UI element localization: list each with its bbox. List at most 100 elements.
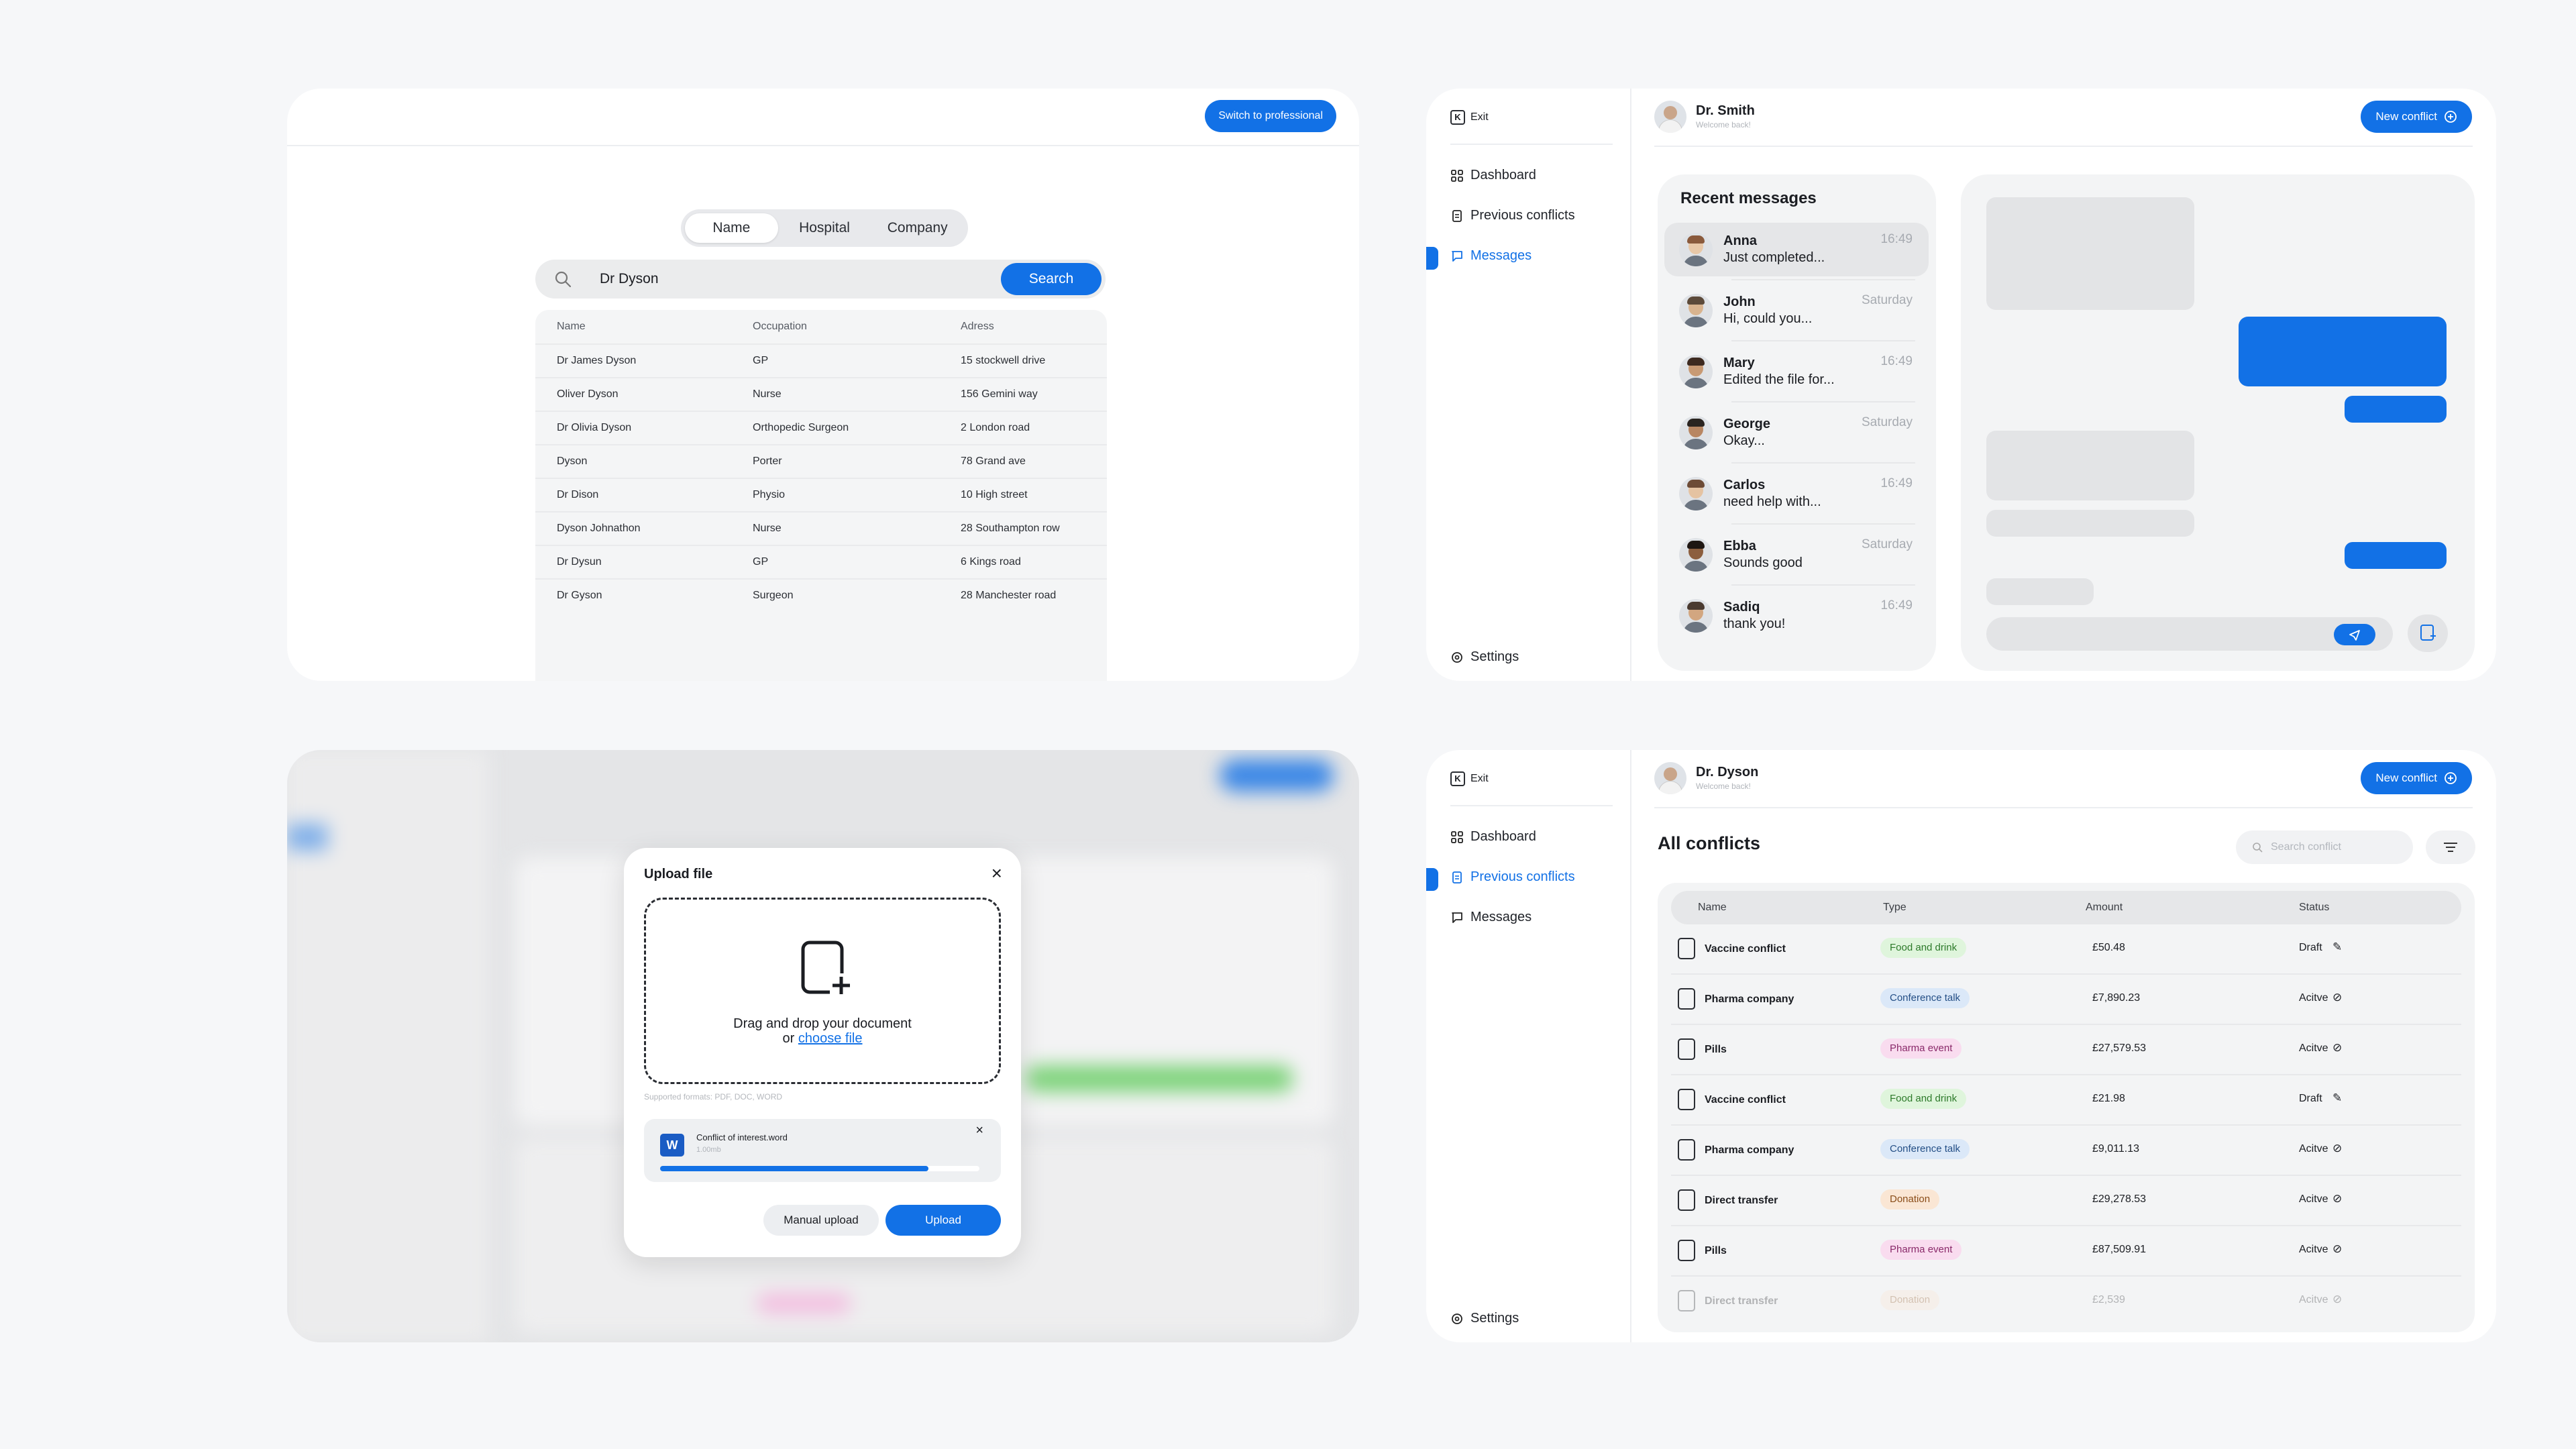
- table-row[interactable]: Pills Pharma event £27,579.53 Acitve ⊘: [1658, 1025, 2475, 1075]
- status-text: Acitve: [2299, 1042, 2328, 1054]
- type-badge: Conference talk: [1880, 988, 1970, 1008]
- table-row[interactable]: Pills Pharma event £87,509.91 Acitve ⊘: [1658, 1226, 2475, 1277]
- column-address: Adress: [961, 321, 994, 332]
- avatar: [1654, 762, 1686, 794]
- remove-file-icon[interactable]: ×: [975, 1123, 983, 1138]
- type-badge: Donation: [1880, 1290, 1940, 1310]
- table-row[interactable]: Vaccine conflict Food and drink £21.98 Draf…: [1658, 1075, 2475, 1126]
- sender-name: George: [1723, 417, 1771, 431]
- tab-name[interactable]: Name: [685, 213, 778, 243]
- sidebar-item-previous-conflicts[interactable]: Previous conflicts: [1450, 208, 1575, 223]
- column-name: Name: [557, 321, 586, 332]
- new-conflict-button[interactable]: New conflict: [2361, 762, 2472, 794]
- amount: £9,011.13: [2092, 1143, 2139, 1155]
- upload-button[interactable]: Upload: [885, 1205, 1001, 1236]
- incoming-message-placeholder: [1986, 197, 2194, 310]
- send-button[interactable]: [2334, 624, 2375, 645]
- search-conflict-input[interactable]: Search conflict: [2236, 830, 2413, 864]
- conflict-name: Direct transfer: [1705, 1195, 1778, 1206]
- table-row[interactable]: Vaccine conflict Food and drink £50.48 Draf…: [1658, 924, 2475, 975]
- message-preview: Sounds good: [1723, 555, 1803, 570]
- attach-button[interactable]: [2408, 614, 2448, 652]
- chat-area: [1961, 174, 2475, 671]
- new-conflict-button[interactable]: New conflict: [2361, 101, 2472, 133]
- sidebar-item-messages[interactable]: Messages: [1450, 248, 1532, 264]
- cell-address: 15 stockwell drive: [961, 355, 1046, 366]
- message-item[interactable]: John Hi, could you... Saturday: [1664, 284, 1929, 341]
- table-row[interactable]: Dyson Porter 78 Grand ave: [535, 444, 1107, 478]
- incoming-message-placeholder: [1986, 431, 2194, 500]
- add-file-icon: [801, 941, 853, 996]
- table-row[interactable]: Dr Dysun GP 6 Kings road: [535, 545, 1107, 578]
- sidebar-item-previous-conflicts[interactable]: Previous conflicts: [1450, 869, 1575, 885]
- amount: £87,509.91: [2092, 1244, 2147, 1255]
- uploading-file: W Conflict of interest.word 1.00mb ×: [644, 1119, 1001, 1182]
- document-icon: [1452, 871, 1462, 883]
- exit-icon: K: [1450, 771, 1465, 786]
- sidebar-item-dashboard[interactable]: Dashboard: [1450, 829, 1536, 845]
- filter-icon: [2444, 843, 2457, 852]
- message-item[interactable]: Carlos need help with... 16:49: [1664, 467, 1929, 525]
- table-row[interactable]: Direct transfer Donation £29,278.53 Acitve ⊘: [1658, 1176, 2475, 1226]
- sidebar-item-label: Messages: [1470, 910, 1532, 924]
- table-row[interactable]: Dr James Dyson GP 15 stockwell drive: [535, 343, 1107, 377]
- cell-address: 10 High street: [961, 489, 1028, 500]
- upload-panel: Upload file × Drag and drop your documen…: [287, 750, 1359, 1342]
- switch-to-professional-button[interactable]: Switch to professional: [1205, 100, 1336, 132]
- cell-occupation: Nurse: [753, 523, 782, 534]
- manual-upload-button[interactable]: Manual upload: [763, 1205, 879, 1236]
- drop-prefix: or: [782, 1031, 798, 1046]
- new-conflict-label: New conflict: [2375, 771, 2437, 784]
- sidebar-item-settings[interactable]: Settings: [1450, 649, 1519, 665]
- table-row[interactable]: Oliver Dyson Nurse 156 Gemini way: [535, 377, 1107, 411]
- plus-circle-icon: [2445, 772, 2457, 784]
- table-row[interactable]: Dr Gyson Surgeon 28 Manchester road: [535, 578, 1107, 612]
- message-preview: Edited the file for...: [1723, 372, 1835, 387]
- choose-file-link[interactable]: choose file: [798, 1031, 863, 1046]
- conflict-name: Direct transfer: [1705, 1295, 1778, 1307]
- search-icon: [555, 271, 572, 288]
- message-item[interactable]: Mary Edited the file for... 16:49: [1664, 345, 1929, 402]
- divider: [1731, 523, 1915, 525]
- message-item[interactable]: George Okay... Saturday: [1664, 406, 1929, 464]
- document-icon: [1678, 988, 1695, 1010]
- exit-button[interactable]: K Exit: [1450, 110, 1489, 125]
- exit-button[interactable]: K Exit: [1450, 771, 1489, 786]
- table-row[interactable]: Pharma company Conference talk £7,890.23 Ac…: [1658, 975, 2475, 1025]
- sidebar-item-dashboard[interactable]: Dashboard: [1450, 168, 1536, 183]
- table-row[interactable]: Dr Dison Physio 10 High street: [535, 478, 1107, 511]
- status-text: Acitve: [2299, 992, 2328, 1004]
- drop-zone[interactable]: Drag and drop your document or choose fi…: [644, 898, 1001, 1084]
- table-row[interactable]: Direct transfer Donation £2,539 Acitve ⊘: [1658, 1277, 2475, 1327]
- column-name: Name: [1698, 902, 1727, 913]
- table-row[interactable]: Dyson Johnathon Nurse 28 Southampton row: [535, 511, 1107, 545]
- column-amount: Amount: [2086, 902, 2123, 913]
- search-button[interactable]: Search: [1001, 263, 1102, 295]
- message-item[interactable]: Anna Just completed... 16:49: [1664, 223, 1929, 280]
- check-circle-icon: ⊘: [2332, 1192, 2343, 1205]
- message-input[interactable]: [1986, 617, 2393, 651]
- status-text: Acitve: [2299, 1294, 2328, 1305]
- sender-name: Anna: [1723, 233, 1757, 248]
- cell-name: Dr Olivia Dyson: [557, 422, 632, 433]
- user-subtitle: Welcome back!: [1696, 781, 1751, 791]
- tab-company[interactable]: Company: [871, 213, 964, 243]
- sidebar-item-messages[interactable]: Messages: [1450, 910, 1532, 925]
- search-placeholder: Search conflict: [2271, 841, 2341, 853]
- filter-button[interactable]: [2426, 830, 2475, 864]
- message-item[interactable]: Ebba Sounds good Saturday: [1664, 528, 1929, 586]
- supported-formats: Supported formats: PDF, DOC, WORD: [644, 1092, 783, 1102]
- drop-instruction: Drag and drop your document: [733, 1016, 912, 1031]
- search-input[interactable]: Dr Dyson: [600, 271, 659, 287]
- active-indicator: [1426, 868, 1438, 891]
- sidebar-item-settings[interactable]: Settings: [1450, 1311, 1519, 1326]
- column-status: Status: [2299, 902, 2330, 913]
- sidebar-item-label: Dashboard: [1470, 168, 1536, 182]
- table-row[interactable]: Pharma company Conference talk £9,011.13 Ac…: [1658, 1126, 2475, 1176]
- close-icon[interactable]: ×: [991, 863, 1002, 884]
- table-row[interactable]: Dr Olivia Dyson Orthopedic Surgeon 2 Londo…: [535, 411, 1107, 444]
- message-item[interactable]: Sadiq thank you! 16:49: [1664, 589, 1929, 643]
- tab-hospital[interactable]: Hospital: [778, 213, 871, 243]
- cell-occupation: GP: [753, 355, 769, 366]
- cell-name: Dr Dison: [557, 489, 599, 500]
